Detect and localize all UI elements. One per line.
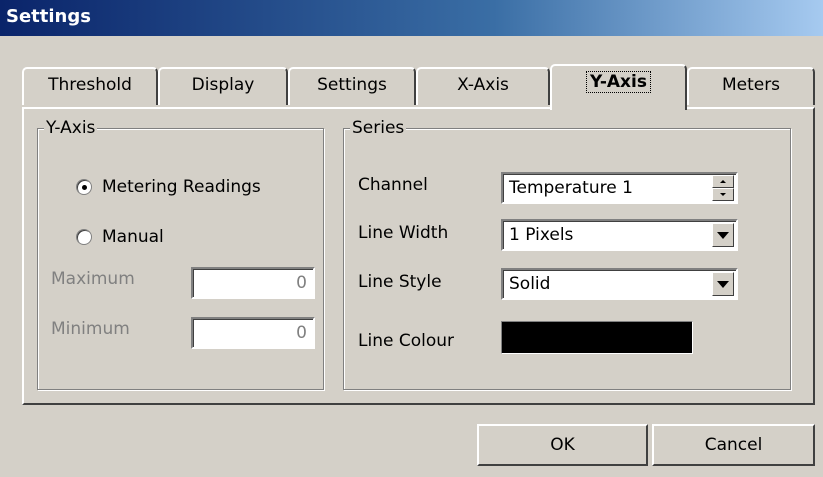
spin-up-icon[interactable] bbox=[712, 175, 734, 188]
line-style-value: Solid bbox=[509, 274, 551, 294]
line-width-value: 1 Pixels bbox=[509, 225, 574, 245]
cancel-button[interactable]: Cancel bbox=[652, 424, 815, 466]
maximum-field[interactable]: 0 bbox=[191, 267, 315, 299]
tab-panel-y-axis: Y-Axis Metering Readings Manual Maximum … bbox=[22, 107, 815, 405]
radio-metering-readings-label: Metering Readings bbox=[102, 177, 261, 197]
line-style-label: Line Style bbox=[358, 272, 442, 292]
window-title: Settings bbox=[6, 6, 91, 27]
radio-manual[interactable]: Manual bbox=[76, 225, 164, 249]
series-groupbox: Series Channel Temperature 1 Line Width … bbox=[343, 118, 791, 390]
channel-value: Temperature 1 bbox=[509, 178, 633, 198]
tab-display[interactable]: Display bbox=[158, 67, 288, 105]
line-style-select[interactable]: Solid bbox=[501, 268, 738, 300]
minimum-label: Minimum bbox=[51, 319, 130, 339]
tab-x-axis-label: X-Axis bbox=[457, 75, 509, 95]
minimum-field[interactable]: 0 bbox=[191, 317, 315, 349]
line-width-select[interactable]: 1 Pixels bbox=[501, 219, 738, 251]
tab-threshold-label: Threshold bbox=[48, 75, 132, 95]
maximum-label: Maximum bbox=[51, 269, 135, 289]
tab-meters-label: Meters bbox=[721, 75, 781, 95]
line-colour-label: Line Colour bbox=[358, 331, 454, 351]
tab-display-label: Display bbox=[191, 75, 255, 95]
tab-x-axis[interactable]: X-Axis bbox=[416, 67, 550, 105]
window-titlebar: Settings bbox=[0, 0, 823, 36]
radio-unselected-icon bbox=[76, 229, 92, 245]
line-width-label: Line Width bbox=[358, 223, 449, 243]
radio-metering-readings[interactable]: Metering Readings bbox=[76, 175, 261, 199]
tab-meters[interactable]: Meters bbox=[687, 67, 815, 105]
yaxis-group-legend: Y-Axis bbox=[44, 118, 98, 138]
tab-y-axis[interactable]: Y-Axis bbox=[550, 64, 687, 110]
line-colour-swatch[interactable] bbox=[501, 321, 693, 354]
chevron-down-icon[interactable] bbox=[712, 223, 734, 247]
radio-selected-icon bbox=[76, 179, 92, 195]
tab-threshold[interactable]: Threshold bbox=[22, 67, 158, 105]
radio-manual-label: Manual bbox=[102, 227, 164, 247]
series-group-legend: Series bbox=[350, 118, 407, 138]
channel-spin-buttons[interactable] bbox=[712, 175, 734, 201]
spin-down-icon[interactable] bbox=[712, 188, 734, 201]
yaxis-groupbox: Y-Axis Metering Readings Manual Maximum … bbox=[37, 118, 324, 390]
ok-button[interactable]: OK bbox=[477, 424, 648, 466]
channel-spinner[interactable]: Temperature 1 bbox=[501, 172, 738, 204]
tab-y-axis-label: Y-Axis bbox=[586, 71, 651, 93]
tab-settings-label: Settings bbox=[317, 75, 387, 95]
tab-settings[interactable]: Settings bbox=[288, 67, 416, 105]
channel-label: Channel bbox=[358, 175, 428, 195]
chevron-down-icon[interactable] bbox=[712, 272, 734, 296]
